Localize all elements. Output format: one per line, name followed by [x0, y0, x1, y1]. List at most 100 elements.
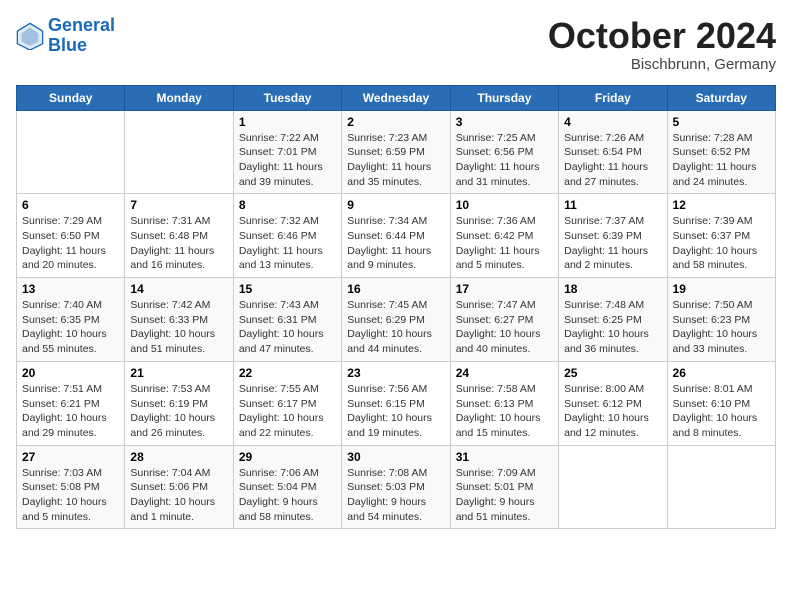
day-info: Sunrise: 7:39 AM Sunset: 6:37 PM Dayligh…: [673, 214, 770, 273]
day-info: Sunrise: 7:22 AM Sunset: 7:01 PM Dayligh…: [239, 131, 336, 190]
day-info: Sunrise: 7:47 AM Sunset: 6:27 PM Dayligh…: [456, 298, 553, 357]
day-number: 29: [239, 450, 336, 464]
day-info: Sunrise: 7:40 AM Sunset: 6:35 PM Dayligh…: [22, 298, 119, 357]
calendar-cell: 22 Sunrise: 7:55 AM Sunset: 6:17 PM Dayli…: [233, 361, 341, 445]
day-info: Sunrise: 7:32 AM Sunset: 6:46 PM Dayligh…: [239, 214, 336, 273]
month-title: October 2024: [548, 16, 776, 56]
calendar-cell: 3Sunrise: 7:25 AM Sunset: 6:56 PM Daylig…: [450, 110, 558, 194]
day-info: Sunrise: 7:09 AM Sunset: 5:01 PM Dayligh…: [456, 466, 553, 525]
day-number: 7: [130, 198, 227, 212]
day-number: 21: [130, 366, 227, 380]
day-number: 20: [22, 366, 119, 380]
day-info: Sunrise: 7:03 AM Sunset: 5:08 PM Dayligh…: [22, 466, 119, 525]
day-number: 9: [347, 198, 444, 212]
calendar-cell: 9Sunrise: 7:34 AM Sunset: 6:44 PM Daylig…: [342, 194, 450, 278]
weekday-header: Tuesday: [233, 85, 341, 110]
location: Bischbrunn, Germany: [548, 56, 776, 73]
calendar-cell: 10Sunrise: 7:36 AM Sunset: 6:42 PM Dayli…: [450, 194, 558, 278]
day-info: Sunrise: 7:06 AM Sunset: 5:04 PM Dayligh…: [239, 466, 336, 525]
calendar-week-row: 27 Sunrise: 7:03 AM Sunset: 5:08 PM Dayli…: [17, 445, 776, 529]
weekday-header-row: SundayMondayTuesdayWednesdayThursdayFrid…: [17, 85, 776, 110]
day-number: 18: [564, 282, 661, 296]
calendar-cell: 2 Sunrise: 7:23 AM Sunset: 6:59 PM Daylig…: [342, 110, 450, 194]
day-number: 17: [456, 282, 553, 296]
day-info: Sunrise: 7:23 AM Sunset: 6:59 PM Dayligh…: [347, 131, 444, 190]
calendar-cell: 8 Sunrise: 7:32 AM Sunset: 6:46 PM Daylig…: [233, 194, 341, 278]
calendar-cell: 15 Sunrise: 7:43 AM Sunset: 6:31 PM Dayli…: [233, 278, 341, 362]
weekday-header: Sunday: [17, 85, 125, 110]
calendar-cell: 18Sunrise: 7:48 AM Sunset: 6:25 PM Dayli…: [559, 278, 667, 362]
day-number: 28: [130, 450, 227, 464]
day-info: Sunrise: 7:55 AM Sunset: 6:17 PM Dayligh…: [239, 382, 336, 441]
day-info: Sunrise: 8:00 AM Sunset: 6:12 PM Dayligh…: [564, 382, 661, 441]
calendar-cell: 12Sunrise: 7:39 AM Sunset: 6:37 PM Dayli…: [667, 194, 775, 278]
day-info: Sunrise: 7:42 AM Sunset: 6:33 PM Dayligh…: [130, 298, 227, 357]
day-number: 8: [239, 198, 336, 212]
calendar-cell: 28 Sunrise: 7:04 AM Sunset: 5:06 PM Dayli…: [125, 445, 233, 529]
day-info: Sunrise: 7:08 AM Sunset: 5:03 PM Dayligh…: [347, 466, 444, 525]
calendar-cell: 19Sunrise: 7:50 AM Sunset: 6:23 PM Dayli…: [667, 278, 775, 362]
day-number: 30: [347, 450, 444, 464]
weekday-header: Thursday: [450, 85, 558, 110]
calendar-cell: 20 Sunrise: 7:51 AM Sunset: 6:21 PM Dayli…: [17, 361, 125, 445]
calendar-cell: 1 Sunrise: 7:22 AM Sunset: 7:01 PM Daylig…: [233, 110, 341, 194]
calendar-cell: 17 Sunrise: 7:47 AM Sunset: 6:27 PM Dayli…: [450, 278, 558, 362]
calendar-cell: 11 Sunrise: 7:37 AM Sunset: 6:39 PM Dayli…: [559, 194, 667, 278]
day-number: 11: [564, 198, 661, 212]
day-info: Sunrise: 7:58 AM Sunset: 6:13 PM Dayligh…: [456, 382, 553, 441]
calendar-cell: [125, 110, 233, 194]
day-number: 4: [564, 115, 661, 129]
calendar-cell: 6Sunrise: 7:29 AM Sunset: 6:50 PM Daylig…: [17, 194, 125, 278]
day-info: Sunrise: 7:36 AM Sunset: 6:42 PM Dayligh…: [456, 214, 553, 273]
day-number: 5: [673, 115, 770, 129]
calendar-cell: 5 Sunrise: 7:28 AM Sunset: 6:52 PM Daylig…: [667, 110, 775, 194]
weekday-header: Friday: [559, 85, 667, 110]
calendar-week-row: 20 Sunrise: 7:51 AM Sunset: 6:21 PM Dayli…: [17, 361, 776, 445]
day-info: Sunrise: 7:45 AM Sunset: 6:29 PM Dayligh…: [347, 298, 444, 357]
day-number: 1: [239, 115, 336, 129]
page-header: GeneralBlue October 2024 Bischbrunn, Ger…: [16, 16, 776, 73]
day-number: 31: [456, 450, 553, 464]
weekday-header: Monday: [125, 85, 233, 110]
weekday-header: Saturday: [667, 85, 775, 110]
logo-icon: [16, 22, 44, 50]
day-number: 15: [239, 282, 336, 296]
calendar-cell: 4 Sunrise: 7:26 AM Sunset: 6:54 PM Daylig…: [559, 110, 667, 194]
day-info: Sunrise: 7:51 AM Sunset: 6:21 PM Dayligh…: [22, 382, 119, 441]
day-number: 23: [347, 366, 444, 380]
calendar-cell: 25 Sunrise: 8:00 AM Sunset: 6:12 PM Dayli…: [559, 361, 667, 445]
day-number: 16: [347, 282, 444, 296]
calendar-cell: [17, 110, 125, 194]
day-number: 22: [239, 366, 336, 380]
calendar-cell: 14 Sunrise: 7:42 AM Sunset: 6:33 PM Dayli…: [125, 278, 233, 362]
day-info: Sunrise: 7:28 AM Sunset: 6:52 PM Dayligh…: [673, 131, 770, 190]
day-info: Sunrise: 7:29 AM Sunset: 6:50 PM Dayligh…: [22, 214, 119, 273]
calendar-cell: 7Sunrise: 7:31 AM Sunset: 6:48 PM Daylig…: [125, 194, 233, 278]
day-number: 2: [347, 115, 444, 129]
calendar-week-row: 13 Sunrise: 7:40 AM Sunset: 6:35 PM Dayli…: [17, 278, 776, 362]
day-info: Sunrise: 7:26 AM Sunset: 6:54 PM Dayligh…: [564, 131, 661, 190]
day-number: 13: [22, 282, 119, 296]
calendar-cell: 27 Sunrise: 7:03 AM Sunset: 5:08 PM Dayli…: [17, 445, 125, 529]
calendar-cell: [667, 445, 775, 529]
day-info: Sunrise: 7:56 AM Sunset: 6:15 PM Dayligh…: [347, 382, 444, 441]
logo: GeneralBlue: [16, 16, 115, 56]
day-number: 25: [564, 366, 661, 380]
calendar-cell: 26Sunrise: 8:01 AM Sunset: 6:10 PM Dayli…: [667, 361, 775, 445]
day-info: Sunrise: 7:43 AM Sunset: 6:31 PM Dayligh…: [239, 298, 336, 357]
calendar-cell: 13 Sunrise: 7:40 AM Sunset: 6:35 PM Dayli…: [17, 278, 125, 362]
day-number: 27: [22, 450, 119, 464]
calendar-cell: 29 Sunrise: 7:06 AM Sunset: 5:04 PM Dayli…: [233, 445, 341, 529]
day-info: Sunrise: 7:04 AM Sunset: 5:06 PM Dayligh…: [130, 466, 227, 525]
day-info: Sunrise: 7:53 AM Sunset: 6:19 PM Dayligh…: [130, 382, 227, 441]
day-info: Sunrise: 7:37 AM Sunset: 6:39 PM Dayligh…: [564, 214, 661, 273]
day-number: 3: [456, 115, 553, 129]
calendar-week-row: 6Sunrise: 7:29 AM Sunset: 6:50 PM Daylig…: [17, 194, 776, 278]
calendar-cell: 31 Sunrise: 7:09 AM Sunset: 5:01 PM Dayli…: [450, 445, 558, 529]
calendar-cell: 21 Sunrise: 7:53 AM Sunset: 6:19 PM Dayli…: [125, 361, 233, 445]
day-number: 19: [673, 282, 770, 296]
day-number: 14: [130, 282, 227, 296]
day-info: Sunrise: 8:01 AM Sunset: 6:10 PM Dayligh…: [673, 382, 770, 441]
calendar-week-row: 1 Sunrise: 7:22 AM Sunset: 7:01 PM Daylig…: [17, 110, 776, 194]
weekday-header: Wednesday: [342, 85, 450, 110]
